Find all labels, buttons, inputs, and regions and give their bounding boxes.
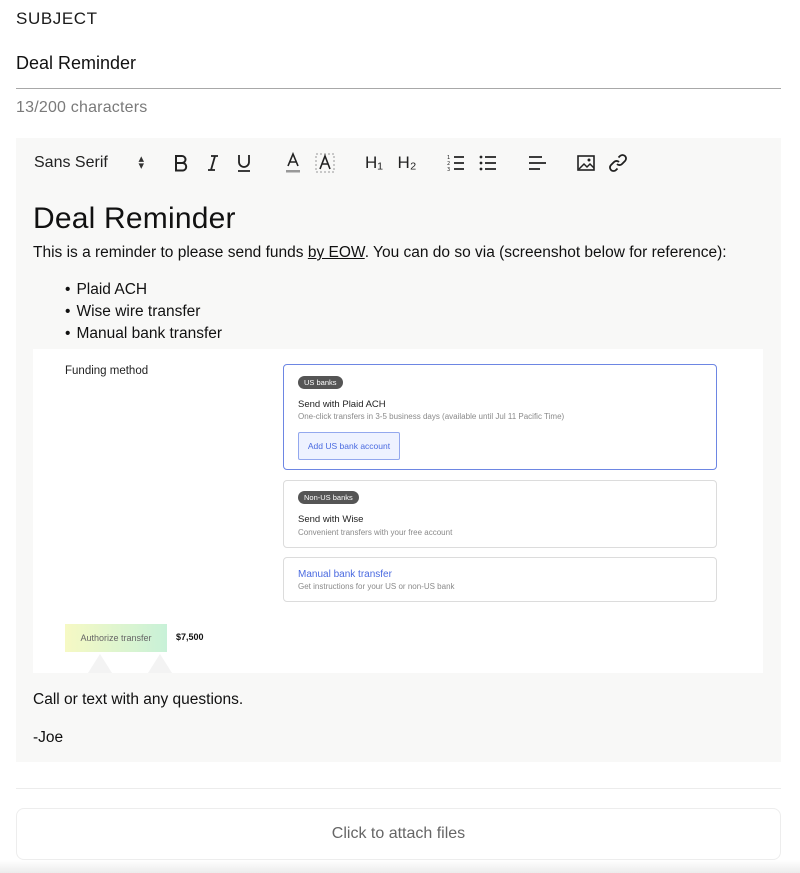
editor-content[interactable]: Deal Reminder This is a reminder to plea…	[33, 202, 768, 345]
intro-text-start: This is a reminder to please send funds	[33, 244, 308, 261]
link-icon	[609, 154, 627, 172]
text-color-button[interactable]	[282, 150, 304, 176]
intro-text-end: . You can do so via (screenshot below fo…	[364, 244, 727, 261]
wise-option-title: Send with Wise	[298, 514, 364, 525]
editor-toolbar: Sans Serif ▴ ▾ H₁ H₂ 123	[16, 138, 781, 188]
align-left-icon	[529, 156, 546, 170]
character-count: 13/200 characters	[16, 99, 148, 116]
authorize-transfer-button: Authorize transfer	[65, 624, 167, 652]
manual-option-card: Manual bank transfer Get instructions fo…	[283, 557, 717, 602]
closing-line: Call or text with any questions.	[33, 691, 244, 708]
select-arrows-icon: ▴ ▾	[138, 153, 144, 172]
payment-methods-list: Plaid ACH Wise wire transfer Manual bank…	[65, 279, 768, 345]
highlight-button[interactable]	[314, 150, 336, 176]
insert-image-button[interactable]	[574, 150, 598, 176]
transfer-amount: $7,500	[176, 632, 204, 642]
decorative-shape	[148, 654, 172, 673]
signature: -Joe	[33, 729, 64, 746]
bottom-shadow	[0, 860, 800, 873]
underline-button[interactable]	[233, 150, 255, 176]
highlight-icon	[315, 153, 335, 173]
align-left-button[interactable]	[525, 150, 549, 176]
ordered-list-icon: 123	[447, 155, 464, 172]
subject-label: SUBJECT	[16, 9, 98, 28]
wise-option-card: Non-US banks Send with Wise Convenient t…	[283, 480, 717, 548]
italic-icon	[208, 155, 218, 171]
non-us-banks-badge: Non-US banks	[298, 491, 359, 504]
heading2-button[interactable]: H₂	[394, 150, 420, 176]
funding-method-label: Funding method	[65, 365, 149, 377]
us-banks-badge: US banks	[298, 376, 343, 389]
wise-option-subtitle: Convenient transfers with your free acco…	[298, 528, 453, 537]
plaid-option-card: US banks Send with Plaid ACH One-click t…	[283, 364, 717, 470]
image-icon	[577, 155, 595, 171]
ordered-list-button[interactable]: 123	[444, 150, 468, 176]
list-item: Manual bank transfer	[65, 323, 768, 345]
font-family-select[interactable]: Sans Serif ▴ ▾	[34, 150, 144, 176]
manual-option-title: Manual bank transfer	[298, 569, 392, 580]
bold-icon	[175, 155, 188, 172]
document-heading: Deal Reminder	[33, 202, 236, 235]
bold-button[interactable]	[170, 150, 192, 176]
divider	[16, 788, 781, 789]
svg-text:3: 3	[447, 167, 450, 172]
list-item: Plaid ACH	[65, 279, 768, 301]
attach-files-button[interactable]: Click to attach files	[16, 808, 781, 860]
bullet-list-icon	[479, 155, 496, 171]
italic-button[interactable]	[202, 150, 224, 176]
text-color-icon	[286, 152, 300, 173]
plaid-option-title: Send with Plaid ACH	[298, 399, 386, 410]
list-item: Wise wire transfer	[65, 301, 768, 323]
embedded-screenshot[interactable]: Funding method US banks Send with Plaid …	[33, 349, 763, 673]
add-bank-button: Add US bank account	[298, 432, 400, 460]
rich-text-editor: Sans Serif ▴ ▾ H₁ H₂ 123 Deal Reminder T…	[16, 138, 781, 762]
decorative-shape	[88, 654, 112, 673]
intro-underlined-text: by EOW	[307, 244, 365, 261]
underline-icon	[238, 155, 250, 172]
heading1-button[interactable]: H₁	[361, 150, 387, 176]
plaid-option-subtitle: One-click transfers in 3-5 business days…	[298, 412, 565, 421]
bullet-list-button[interactable]	[476, 150, 500, 176]
insert-link-button[interactable]	[606, 150, 630, 176]
intro-paragraph: This is a reminder to please send funds …	[33, 242, 768, 264]
subject-input[interactable]	[16, 46, 781, 89]
manual-option-subtitle: Get instructions for your US or non-US b…	[298, 582, 455, 591]
font-family-value: Sans Serif	[34, 154, 108, 171]
